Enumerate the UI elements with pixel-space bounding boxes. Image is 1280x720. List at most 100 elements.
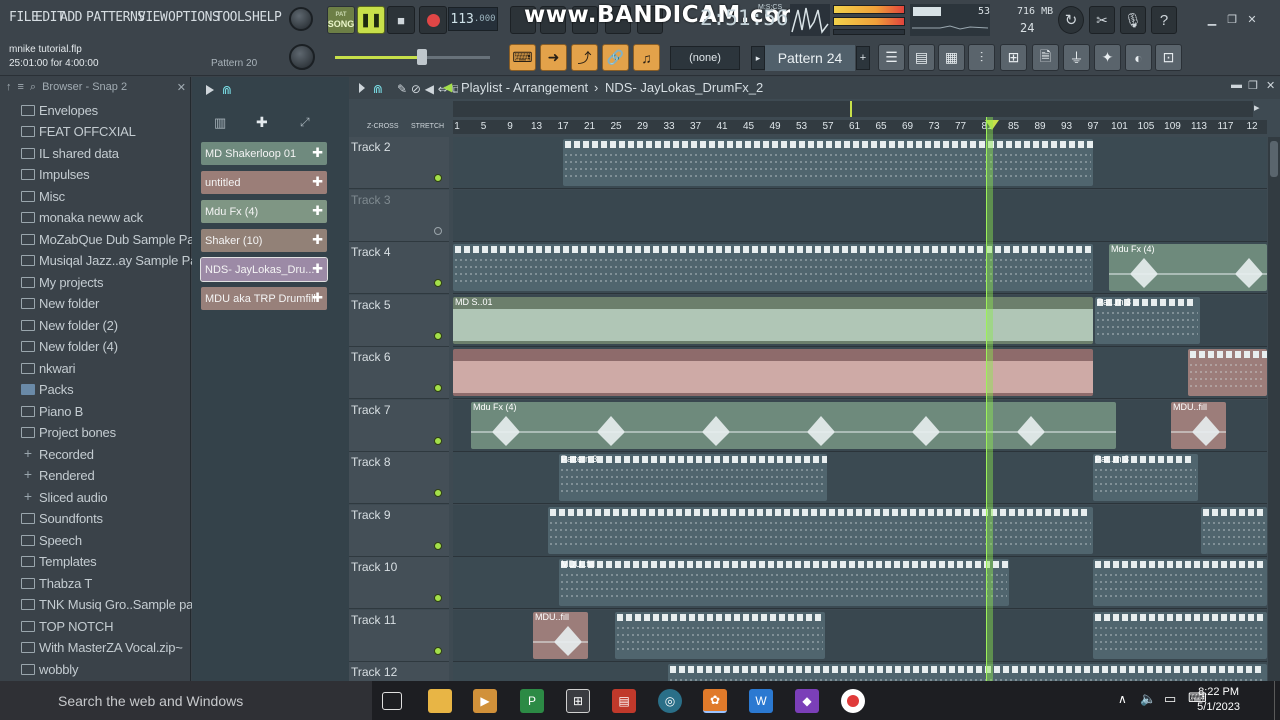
store-icon[interactable]: ⊞ <box>566 689 590 713</box>
picker-clip[interactable]: Mdu Fx (4) ✚ <box>201 200 327 223</box>
close-button[interactable]: ✕ <box>1244 12 1260 26</box>
track-lane[interactable] <box>453 504 1267 557</box>
browser-filter-icon[interactable]: ≡ <box>18 81 24 93</box>
track-header[interactable]: Track 11 <box>349 609 449 662</box>
menu-tools[interactable]: TOOLS <box>215 10 252 25</box>
help-button[interactable]: ? <box>1151 6 1177 34</box>
track-lane[interactable]: Mdu Fx (4) MDU..fill <box>453 399 1267 452</box>
track-mute-led[interactable] <box>434 279 442 287</box>
browser-item[interactable]: IL shared data <box>0 143 119 163</box>
playlist-clip[interactable]: MDU..fill <box>533 611 588 659</box>
snap-selector[interactable]: (none) <box>670 46 740 70</box>
taskbar-search[interactable]: Search the web and Windows <box>0 681 372 720</box>
browser-item[interactable]: nkwari <box>0 358 76 378</box>
record-button[interactable] <box>419 6 447 34</box>
browser-item[interactable]: MoZabQue Dub Sample Pack <box>0 229 207 249</box>
playlist-clip[interactable] <box>615 611 825 659</box>
metronome-toggle[interactable]: ♫ <box>633 44 660 71</box>
browser-item[interactable]: Piano B <box>0 401 83 421</box>
master-volume-handle[interactable] <box>417 49 427 65</box>
track-header[interactable]: Track 8 <box>349 452 449 504</box>
playlist-clip[interactable]: MD S..01 <box>453 296 1093 344</box>
playlist-clip[interactable]: Pat..rn 3 <box>1093 454 1198 501</box>
picker-clip[interactable]: MDU aka TRP Drumfill ✚ <box>201 287 327 310</box>
tab-audio-icon[interactable]: ✚ <box>256 114 268 131</box>
track-mute-led[interactable] <box>434 436 442 445</box>
slide-button[interactable]: ⤴ <box>571 44 598 71</box>
volume-icon[interactable]: 🔈 <box>1140 691 1156 707</box>
browser-item[interactable]: Packs <box>0 380 74 400</box>
track-mute-led[interactable] <box>434 594 442 602</box>
track-header[interactable]: Track 6 <box>349 347 449 399</box>
scroll-right-icon[interactable]: ▸ <box>1254 101 1260 114</box>
playlist-clip[interactable]: Pattern 3 <box>559 454 827 501</box>
picker-clip[interactable]: NDS- JayLokas_Dru... ✚ <box>200 257 328 282</box>
menu-help[interactable]: HELP <box>252 10 282 25</box>
playlist-clip[interactable]: MDU..fill <box>559 559 1009 606</box>
plugin-manager-button[interactable]: ✦ <box>1094 44 1121 71</box>
browser-item[interactable]: + Sliced audio <box>0 487 108 507</box>
track-mute-led[interactable] <box>434 226 442 235</box>
tempo-display[interactable]: 113.000 <box>448 7 498 31</box>
playlist-clip[interactable]: Mdu Fx (4) <box>1109 244 1267 291</box>
track-lane[interactable]: Mdu Fx (4) <box>453 242 1267 294</box>
browser-item[interactable]: New folder (4) <box>0 337 118 357</box>
audio-input-button[interactable]: 🎙 <box>1120 6 1146 34</box>
maximize-button[interactable]: ❐ <box>1224 12 1240 26</box>
picker-clip[interactable]: Shaker (10) ✚ <box>201 229 327 252</box>
browser-item[interactable]: My projects <box>0 272 103 292</box>
task-view-icon[interactable] <box>382 692 402 710</box>
pattern-selector[interactable]: Pattern 24 <box>765 45 855 71</box>
word-icon[interactable]: W <box>749 689 773 713</box>
track-lane[interactable]: MDU..fill <box>453 609 1267 662</box>
master-volume-knob[interactable] <box>289 7 313 31</box>
playlist-overview[interactable] <box>453 101 1253 117</box>
menu-view[interactable]: VIEW <box>138 10 168 25</box>
browser-item[interactable]: Thabza T <box>0 573 92 593</box>
browser-item[interactable]: Musiqal Jazz..ay Sample Pack <box>0 251 210 271</box>
browser-item[interactable]: With MasterZA Vocal.zip~ <box>0 638 183 658</box>
playlist-clip[interactable]: Pat..rn 3 <box>1095 296 1200 344</box>
picker-clip[interactable]: untitled ✚ <box>201 171 327 194</box>
online-content-button[interactable]: ◐ <box>1125 44 1152 71</box>
picker-clip[interactable]: MD Shakerloop 01 ✚ <box>201 142 327 165</box>
browser-item[interactable]: Misc <box>0 186 65 206</box>
playlist-minimize-icon[interactable]: ▬ <box>1231 79 1242 91</box>
browser-item[interactable]: wobbly <box>0 659 78 679</box>
browser-item[interactable]: TNK Musiq Gro..Sample pack <box>0 595 206 615</box>
browser-item[interactable]: Impulses <box>0 165 90 185</box>
vertical-scrollbar[interactable] <box>1268 137 1280 681</box>
playlist-clip[interactable] <box>563 139 1093 186</box>
browser-item[interactable]: monaka neww ack <box>0 208 143 228</box>
track-mute-led[interactable] <box>434 489 442 497</box>
browser-item[interactable]: Project bones <box>0 423 116 443</box>
browser-item[interactable]: New folder <box>0 294 99 314</box>
track-lane[interactable] <box>453 189 1267 242</box>
track-mute-led[interactable] <box>434 646 442 655</box>
playlist-button[interactable]: ☰ <box>878 44 905 71</box>
browser-item[interactable]: + Recorded <box>0 444 94 464</box>
channel-rack-button[interactable]: ▦ <box>938 44 965 71</box>
visual-studio-icon[interactable]: ◆ <box>795 689 819 713</box>
playlist-clip[interactable] <box>548 506 1093 554</box>
menu-add[interactable]: ADD <box>60 10 82 25</box>
playlist-clip[interactable]: MDU..fill <box>1171 401 1226 449</box>
browser-item[interactable]: TOP NOTCH <box>0 616 113 636</box>
track-header[interactable]: Track 10 <box>349 557 449 609</box>
browser-item[interactable]: Envelopes <box>0 100 98 120</box>
track-lane[interactable] <box>453 347 1267 399</box>
mixer-button[interactable]: ⫶ <box>968 44 995 71</box>
piano-roll-button[interactable]: ▤ <box>908 44 935 71</box>
playlist-maximize-icon[interactable]: ❐ <box>1248 79 1258 92</box>
add-pattern-button[interactable]: + <box>856 46 870 70</box>
browser-item[interactable]: Speech <box>0 530 82 550</box>
plugin-picker-button[interactable]: ⏚ <box>1063 44 1090 71</box>
timeline-ruler[interactable]: 1 5 9 13 17 21 25 29 33 37 41 45 49 53 57 61 65 69 73 77 81 8… <box>453 120 1267 134</box>
pattern-prev-button[interactable]: ▸ <box>751 46 765 70</box>
track-mute-led[interactable] <box>434 541 442 550</box>
search-icon[interactable]: ⌕ <box>30 81 36 94</box>
chevron-up-icon[interactable]: ∧ <box>1118 692 1127 706</box>
playlist-close-icon[interactable]: ✕ <box>1266 79 1275 92</box>
browser-app-icon[interactable]: ◎ <box>658 689 682 713</box>
show-desktop-button[interactable] <box>1274 681 1280 720</box>
